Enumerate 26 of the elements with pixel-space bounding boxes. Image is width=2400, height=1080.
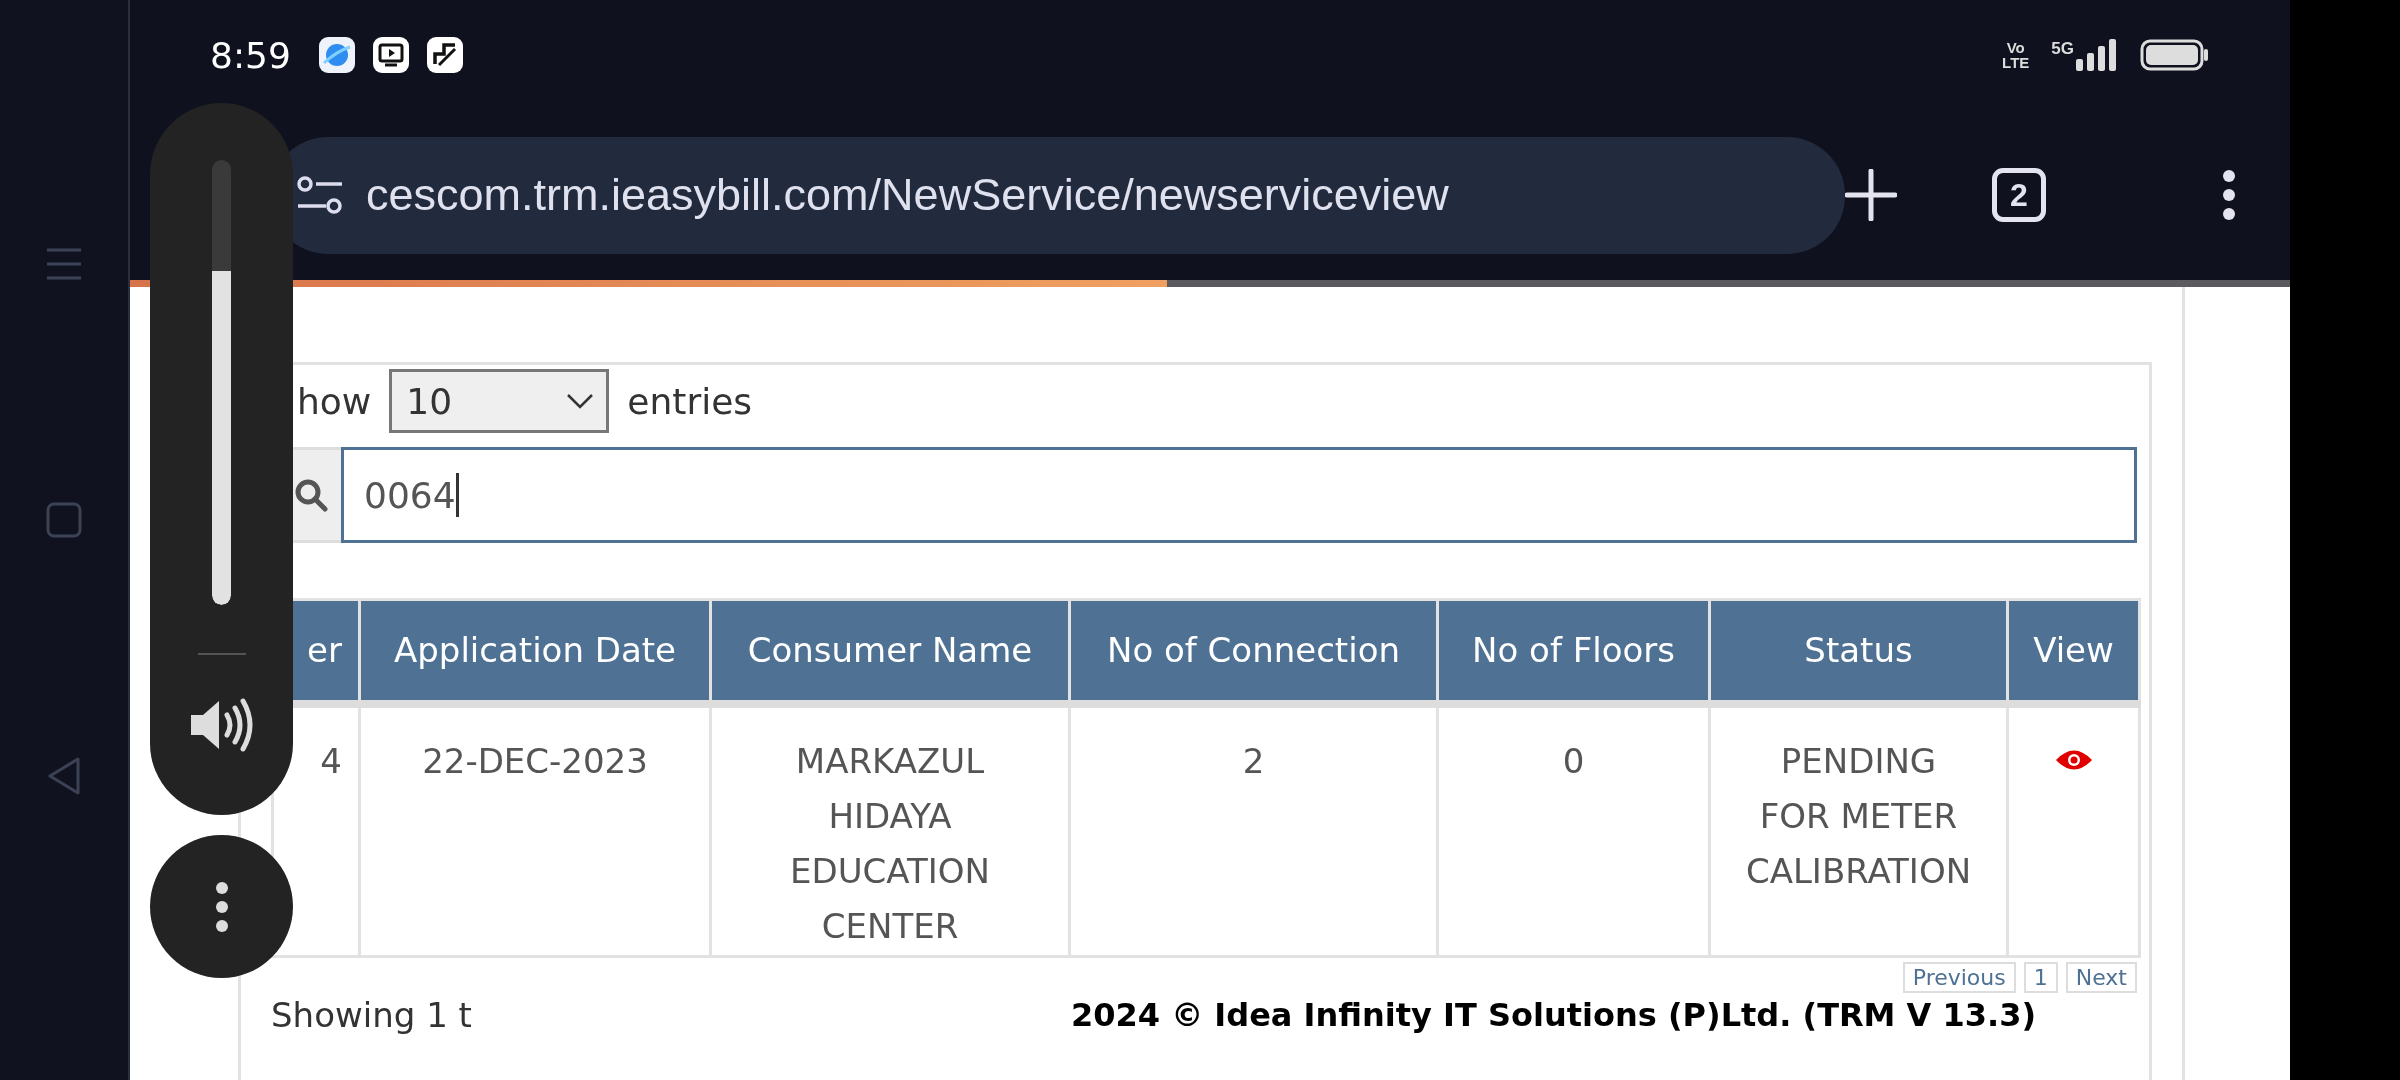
text-cursor [455,473,459,517]
more-options-icon[interactable] [2221,169,2237,221]
resize-icon [426,37,463,73]
entries-info: Showing 1 t [271,994,473,1035]
signal-icon [2076,39,2118,71]
pagination-button[interactable]: 1 [2023,961,2058,993]
entries-dropdown[interactable]: 10 [389,369,610,433]
search-icon [293,477,329,513]
pagination-button[interactable]: Next [2065,961,2137,993]
battery-icon [2140,39,2210,71]
clock-time: 8:59 [210,34,291,76]
more-options-icon [214,880,229,933]
tab-switcher-button[interactable]: 2 [1992,168,2046,222]
entries-label: entries [627,380,753,422]
site-settings-icon[interactable] [296,175,344,215]
pagination-button[interactable]: Previous [1902,961,2016,993]
search-field[interactable]: 0064 [341,447,2137,543]
volte-indicator: Vo LTE [2002,40,2030,70]
new-tab-icon[interactable] [1845,169,1897,221]
planet-icon [318,37,355,73]
tv-icon [372,37,409,73]
show-label: how [297,380,372,422]
volume-slider[interactable] [212,160,231,605]
copyright-text: 2024 © Idea Infinity IT Solutions (P)Ltd. (TRM V 13.3) [1071,995,2037,1034]
chevron-down-icon [566,393,595,409]
network-type: 5G [2051,39,2074,59]
